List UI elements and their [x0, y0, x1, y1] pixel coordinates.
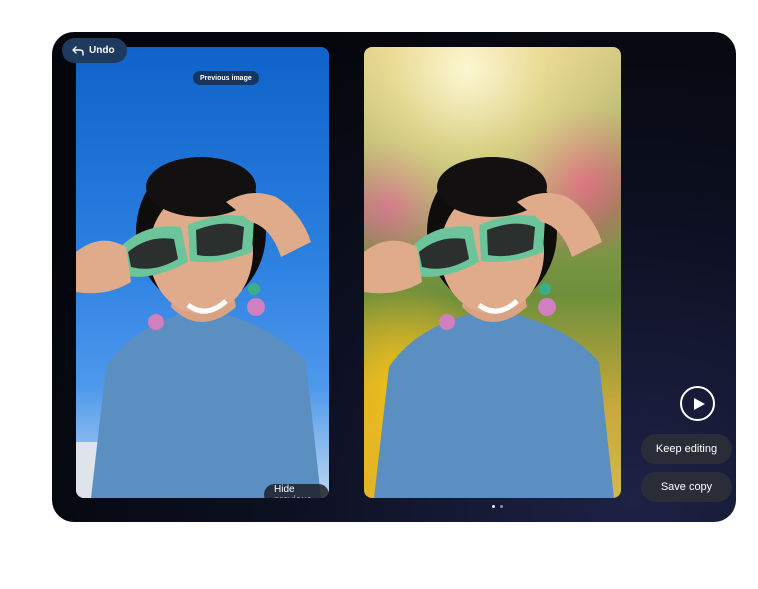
- play-icon: [694, 397, 705, 410]
- page-dot: [500, 505, 503, 508]
- undo-arrow-icon: [72, 45, 84, 56]
- portrait-illustration: [364, 157, 614, 498]
- previous-photo: Previous image Hide previous: [76, 47, 329, 498]
- undo-button[interactable]: Undo: [62, 38, 127, 63]
- undo-label: Undo: [89, 45, 115, 56]
- page-dot: [492, 505, 495, 508]
- previous-image-label: Previous image: [193, 71, 259, 85]
- save-copy-button[interactable]: Save copy: [641, 472, 732, 502]
- photo-editor-window: Previous image Hide previous Undo: [52, 32, 736, 522]
- portrait-illustration: [76, 157, 321, 498]
- hide-previous-button[interactable]: Hide previous: [264, 484, 329, 498]
- play-button[interactable]: [680, 386, 715, 421]
- page-indicator: [492, 505, 503, 508]
- current-photo: [364, 47, 621, 498]
- keep-editing-button[interactable]: Keep editing: [641, 434, 732, 464]
